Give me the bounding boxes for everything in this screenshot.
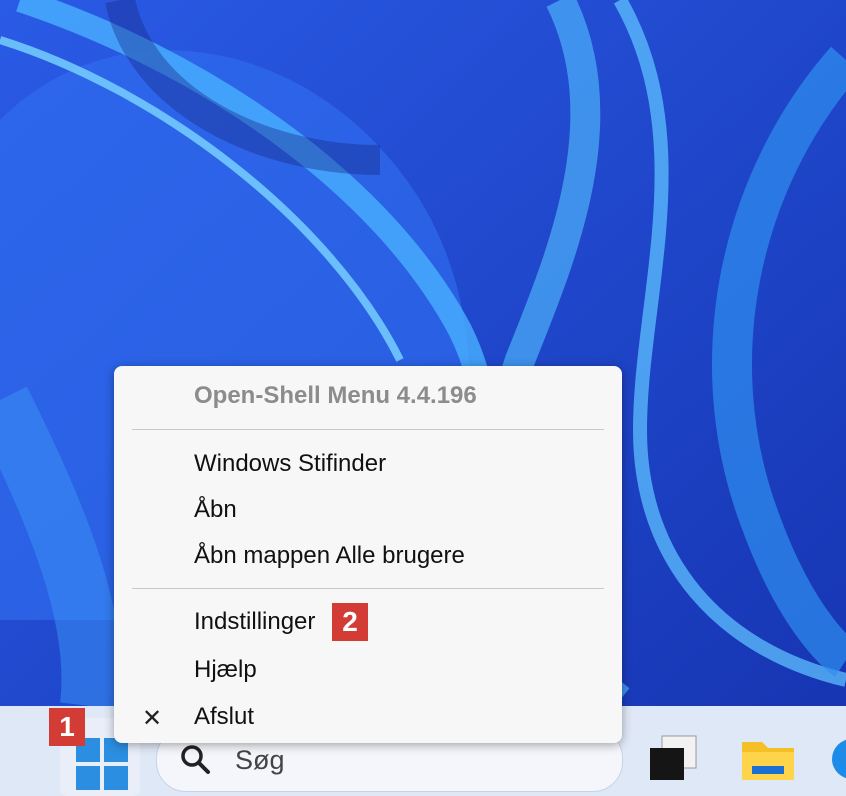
search-placeholder: Søg xyxy=(235,745,285,775)
menu-item-hjaelp[interactable]: Hjælp xyxy=(194,656,257,684)
callout-badge-start: 1 xyxy=(49,708,85,746)
menu-item-abn[interactable]: Åbn xyxy=(194,496,237,524)
menu-item-windows-stifinder[interactable]: Windows Stifinder xyxy=(194,450,386,478)
edge-icon[interactable] xyxy=(830,734,846,784)
menu-separator xyxy=(132,588,604,589)
menu-separator xyxy=(132,429,604,430)
menu-item-afslut[interactable]: Afslut xyxy=(194,703,254,731)
task-view-icon[interactable] xyxy=(646,734,702,784)
menu-item-indstillinger[interactable]: Indstillinger xyxy=(194,608,315,636)
open-shell-context-menu: Open-Shell Menu 4.4.196 Windows Stifinde… xyxy=(114,366,622,743)
callout-badge-settings: 2 xyxy=(332,603,368,641)
file-explorer-icon[interactable] xyxy=(740,736,796,782)
search-icon xyxy=(181,745,210,774)
menu-item-abn-mappen-alle-brugere[interactable]: Åbn mappen Alle brugere xyxy=(194,542,465,570)
close-icon: ✕ xyxy=(142,705,163,732)
menu-title: Open-Shell Menu 4.4.196 xyxy=(194,382,477,409)
